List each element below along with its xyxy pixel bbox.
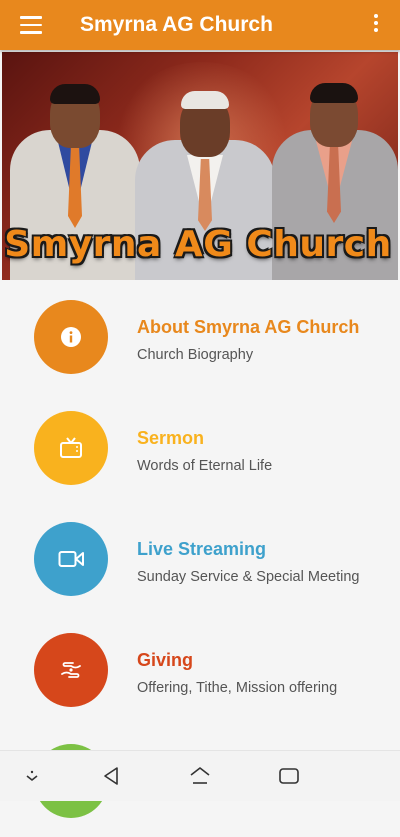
menu-item-about[interactable]: About Smyrna AG Church Church Biography <box>0 282 400 393</box>
more-vert-icon[interactable] <box>372 14 380 36</box>
giving-circle <box>34 633 108 707</box>
video-circle <box>34 522 108 596</box>
app-bar: Smyrna AG Church <box>0 0 400 50</box>
menu-title: About Smyrna AG Church <box>137 317 360 337</box>
back-icon[interactable] <box>99 763 125 789</box>
nav-collapse-icon[interactable] <box>19 763 45 789</box>
info-circle <box>34 300 108 374</box>
giving-hands-icon <box>61 662 81 678</box>
menu-subtitle: Offering, Tithe, Mission offering <box>137 680 338 696</box>
home-icon[interactable] <box>187 763 213 789</box>
banner-title: Smyrna AG Church <box>4 224 392 265</box>
video-camera-icon <box>58 551 84 567</box>
menu-subtitle: Church Biography <box>137 347 254 363</box>
recents-icon[interactable] <box>276 763 302 789</box>
tv-circle <box>34 411 108 485</box>
menu-item-giving[interactable]: Giving Offering, Tithe, Mission offering <box>0 615 400 726</box>
menu-title: Live Streaming <box>137 539 267 559</box>
system-nav-bar <box>0 750 400 801</box>
app-title: Smyrna AG Church <box>80 13 273 36</box>
info-icon <box>61 327 81 347</box>
menu-title: Sermon <box>137 428 205 448</box>
menu-item-sermon[interactable]: Sermon Words of Eternal Life <box>0 393 400 504</box>
menu-subtitle: Words of Eternal Life <box>137 458 273 474</box>
menu-subtitle: Sunday Service & Special Meeting <box>137 569 360 585</box>
tv-icon <box>60 437 82 458</box>
menu-item-live-streaming[interactable]: Live Streaming Sunday Service & Special … <box>0 504 400 615</box>
hamburger-menu-icon[interactable] <box>20 16 42 34</box>
menu-title: Giving <box>137 650 194 670</box>
